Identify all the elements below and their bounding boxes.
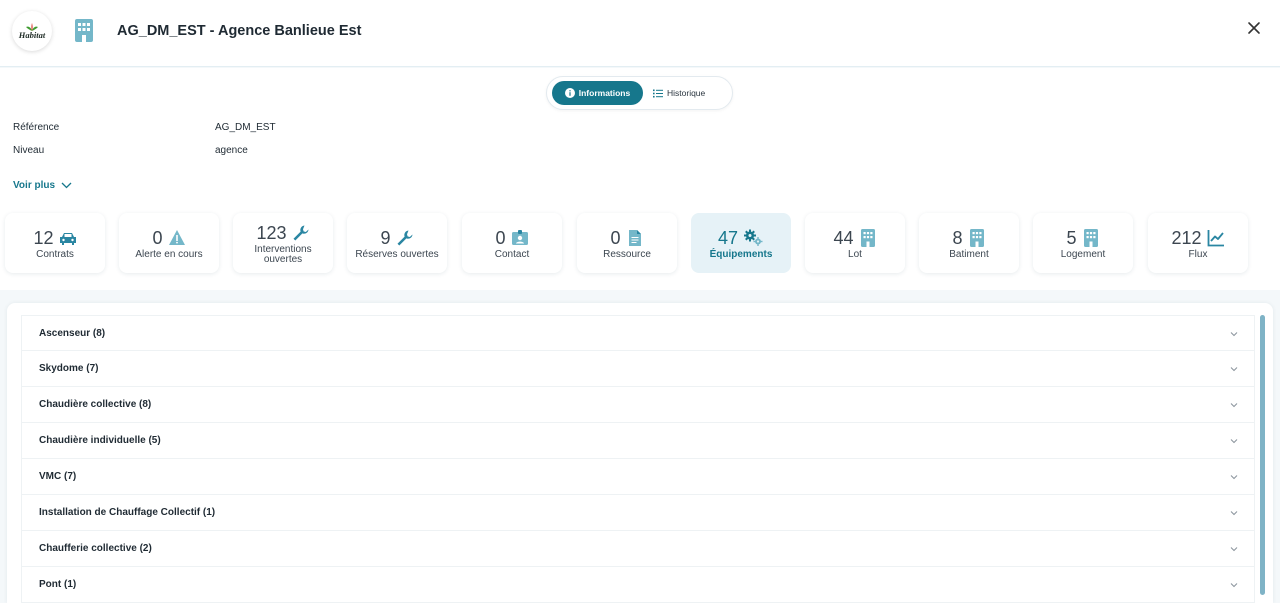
accordion-item-chaufferie-collective[interactable]: Chaufferie collective (2): [21, 531, 1255, 567]
accordion-label: Chaudière individuelle (5): [39, 435, 161, 446]
chevron-down-icon: [1230, 583, 1238, 588]
stat-value: 47: [717, 227, 739, 248]
stat-card-contrats[interactable]: 12 Contrats: [5, 213, 105, 273]
building-icon: [75, 19, 93, 42]
accordion-item-installation-chauffage[interactable]: Installation de Chauffage Collectif (1): [21, 495, 1255, 531]
chevron-down-icon: [1230, 367, 1238, 372]
stat-card-batiment[interactable]: 8 Batiment: [919, 213, 1019, 273]
stat-card-contact[interactable]: 0 Contact: [462, 213, 562, 273]
header-bar: Habitat AG_DM_EST - Agence Banlieue Est: [0, 0, 1280, 67]
stat-value: 212: [1171, 227, 1202, 248]
stat-card-alertes[interactable]: 0 Alerte en cours: [119, 213, 219, 273]
accordion-item-vmc[interactable]: VMC (7): [21, 459, 1255, 495]
stat-label: Réserves ouvertes: [355, 248, 439, 260]
accordion-item-skydome[interactable]: Skydome (7): [21, 351, 1255, 387]
field-value-reference: AG_DM_EST: [215, 122, 276, 133]
stat-label: Logement: [1060, 248, 1106, 260]
info-circle-icon: [564, 88, 575, 98]
voir-plus-button[interactable]: Voir plus: [13, 180, 72, 191]
info-panel: Informations Historique Référence AG_DM_…: [0, 68, 1280, 290]
car-icon: [59, 232, 76, 245]
habitat-logo: Habitat: [12, 11, 52, 51]
building-icon: [969, 228, 984, 247]
stat-card-logement[interactable]: 5 Logement: [1033, 213, 1133, 273]
chevron-down-icon: [1230, 439, 1238, 444]
chevron-down-icon: [1230, 403, 1238, 408]
stat-value: 8: [952, 227, 963, 248]
stat-label: Batiment: [949, 248, 989, 260]
stat-card-ressource[interactable]: 0 Ressource: [577, 213, 677, 273]
stat-label: Contact: [494, 248, 530, 260]
stat-label: Alerte en cours: [135, 248, 203, 260]
wrench-icon: [293, 225, 309, 240]
page-title: AG_DM_EST - Agence Banlieue Est: [117, 23, 362, 39]
chevron-down-icon: [1230, 547, 1238, 552]
chevron-down-icon: [1230, 475, 1238, 480]
stat-label: Ressource: [603, 248, 651, 260]
warning-icon: [168, 229, 185, 245]
accordion-label: Skydome (7): [39, 363, 99, 374]
stat-card-reserves[interactable]: 9 Réserves ouvertes: [347, 213, 447, 273]
stat-value: 0: [610, 227, 621, 248]
accordion-label: Ascenseur (8): [39, 328, 106, 339]
stat-value: 12: [33, 227, 54, 248]
logo-text: Habitat: [18, 29, 46, 40]
accordion-label: VMC (7): [39, 471, 77, 482]
field-value-niveau: agence: [215, 145, 248, 156]
accordion-item-chaudiere-individuelle[interactable]: Chaudière individuelle (5): [21, 423, 1255, 459]
list-icon: [653, 89, 663, 97]
stat-label: Équipements: [709, 248, 773, 260]
equipment-list: Ascenseur (8) Skydome (7) Chaudière coll…: [7, 303, 1273, 603]
gears-icon: [744, 229, 763, 246]
stat-label: Lot: [848, 248, 862, 260]
chevron-down-icon: [1230, 332, 1238, 337]
chevron-down-icon: [61, 182, 72, 189]
wrench-icon: [397, 230, 412, 245]
line-chart-icon: [1207, 229, 1224, 246]
stat-card-interventions[interactable]: 123 Interventions ouvertes: [233, 213, 333, 273]
tab-informations[interactable]: Informations: [552, 81, 643, 105]
building-icon: [860, 228, 875, 247]
stat-value: 123: [256, 222, 287, 243]
accordion-label: Installation de Chauffage Collectif (1): [39, 507, 216, 518]
accordion-label: Chaudière collective (8): [39, 399, 152, 410]
view-tabs: Informations Historique: [546, 76, 733, 110]
stat-value: 0: [152, 227, 163, 248]
stat-card-equipements[interactable]: 47 Équipements: [691, 213, 791, 273]
stat-value: 0: [495, 227, 506, 248]
stat-value: 5: [1066, 227, 1077, 248]
accordion-item-chaudiere-collective[interactable]: Chaudière collective (8): [21, 387, 1255, 423]
tab-label: Historique: [667, 88, 706, 98]
accordion-item-ascenseur[interactable]: Ascenseur (8): [21, 315, 1255, 351]
chevron-down-icon: [1230, 511, 1238, 516]
stat-label: Flux: [1188, 248, 1208, 260]
contact-card-icon: [511, 229, 528, 245]
field-label-niveau: Niveau: [13, 145, 45, 156]
voir-plus-label: Voir plus: [13, 180, 56, 191]
close-icon[interactable]: [1245, 19, 1263, 37]
accordion-label: Chaufferie collective (2): [39, 543, 152, 554]
stat-card-flux[interactable]: 212 Flux: [1148, 213, 1248, 273]
stat-value: 9: [380, 227, 391, 248]
stat-card-lot[interactable]: 44 Lot: [805, 213, 905, 273]
field-label-reference: Référence: [13, 122, 60, 133]
accordion-item-pont[interactable]: Pont (1): [21, 567, 1255, 603]
accordion-label: Pont (1): [39, 579, 77, 590]
stat-label: Contrats: [36, 248, 74, 260]
building-icon: [1083, 228, 1098, 247]
document-icon: [628, 229, 641, 246]
stat-value: 44: [833, 227, 854, 248]
tab-label: Informations: [578, 88, 631, 98]
tab-historique[interactable]: Historique: [653, 81, 721, 105]
stat-label: Interventions ouvertes: [254, 243, 312, 265]
scrollbar-thumb[interactable]: [1260, 315, 1265, 595]
